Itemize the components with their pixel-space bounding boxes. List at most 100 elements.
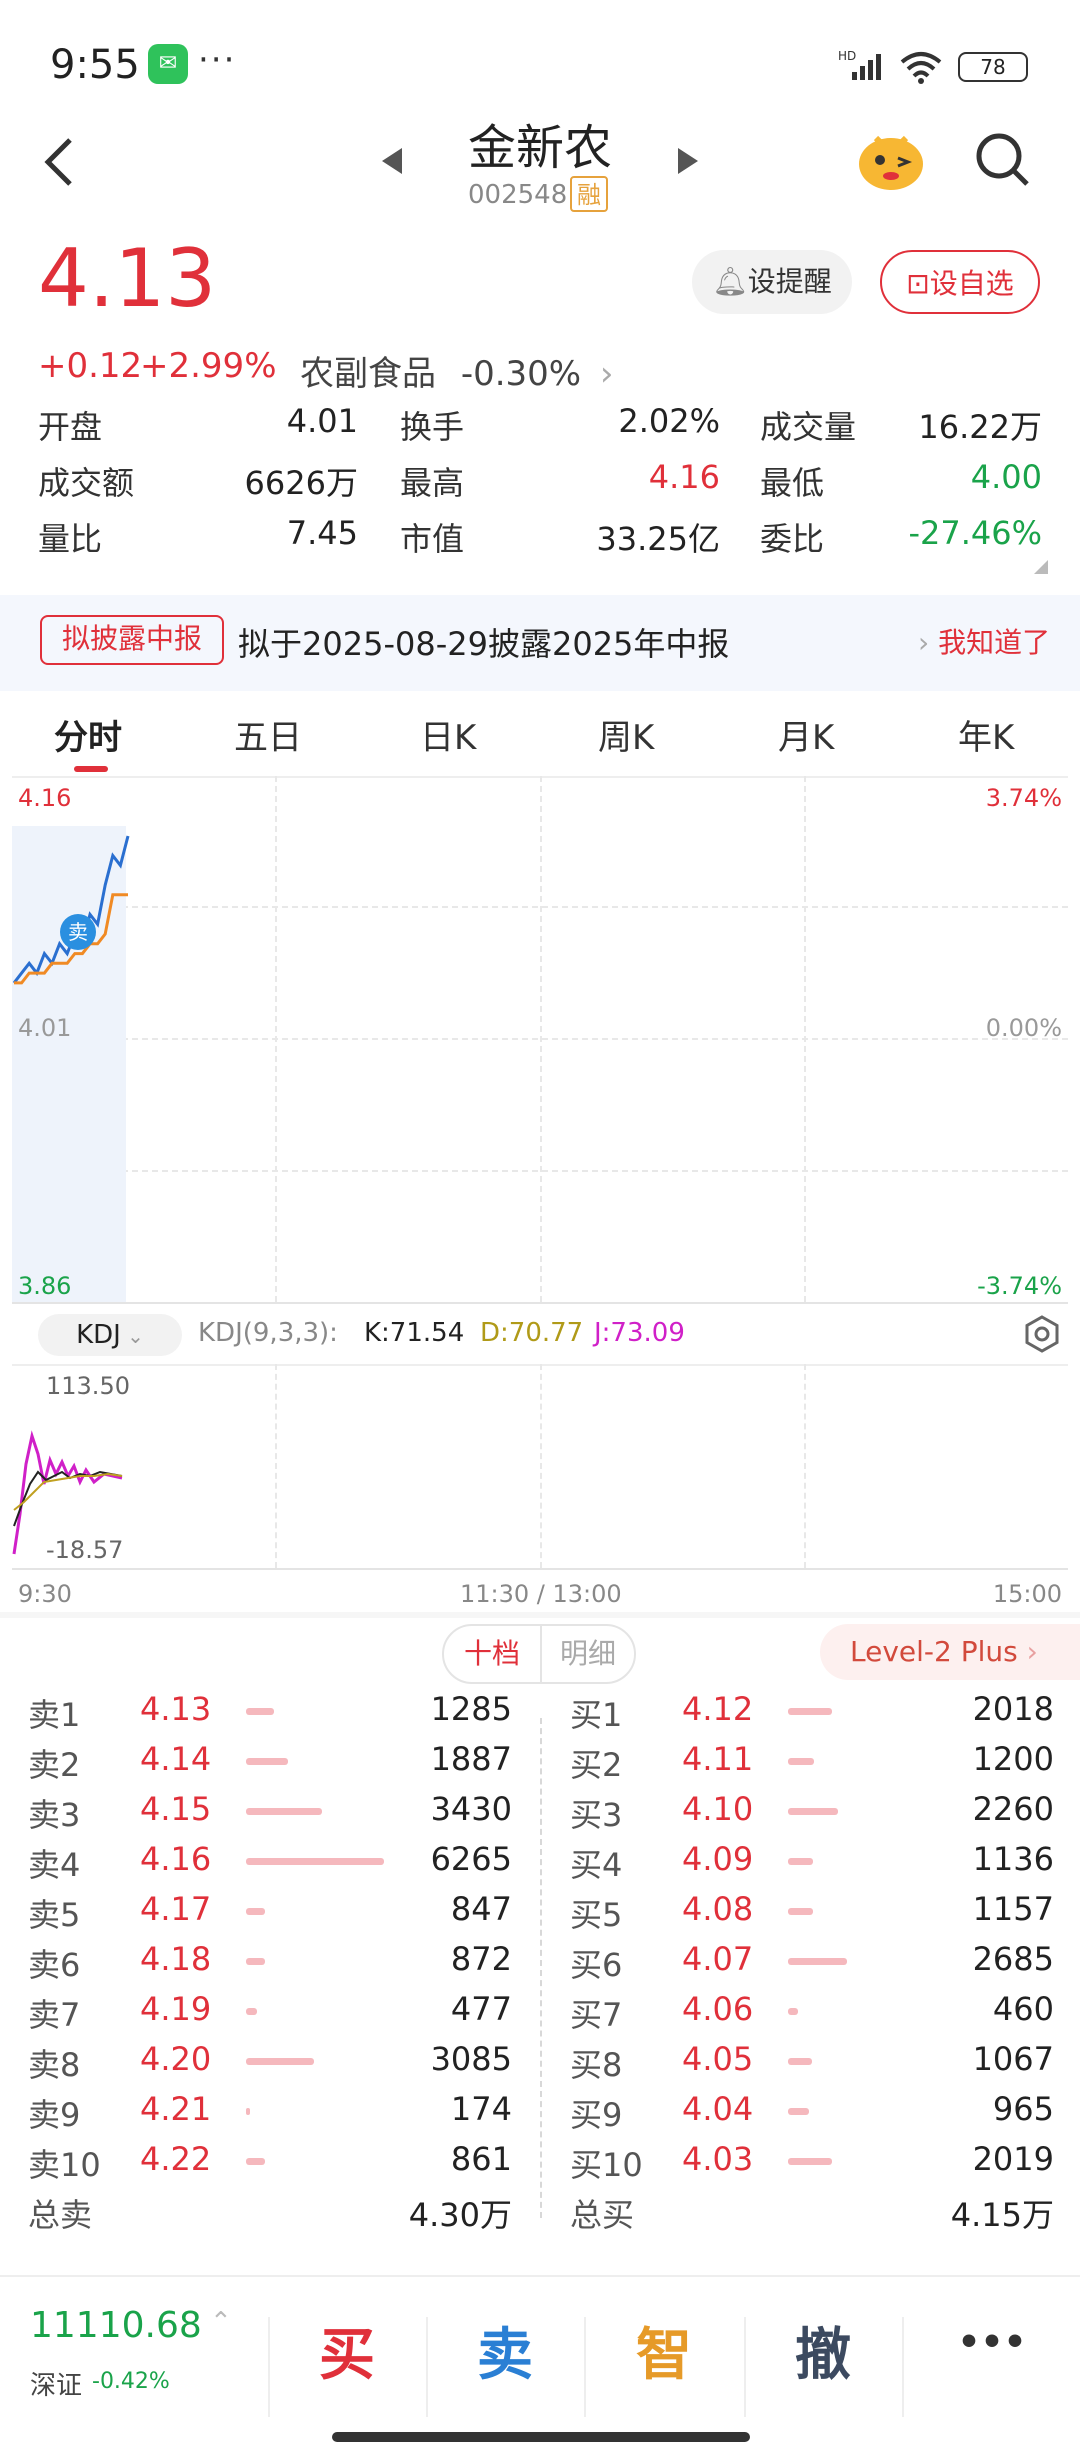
pct-low-label: -3.74% xyxy=(977,1272,1062,1300)
level2-plus-button[interactable]: Level-2 Plus › xyxy=(820,1624,1080,1680)
kdj-selector[interactable]: KDJ ⌄ xyxy=(38,1314,182,1356)
level-label: 卖4 xyxy=(28,1846,81,1884)
price-mid-label: 4.01 xyxy=(18,1014,72,1042)
level-price: 4.10 xyxy=(682,1790,754,1828)
orderbook-row[interactable]: 买8 4.05 1067 xyxy=(570,2040,1054,2090)
volume-bar xyxy=(246,2008,257,2015)
add-watchlist-button[interactable]: ⊡设自选 xyxy=(880,250,1040,314)
level-volume: 1067 xyxy=(972,2040,1054,2078)
stat-value: 4.00 xyxy=(970,458,1042,496)
settings-icon[interactable] xyxy=(1022,1314,1062,1354)
total-label: 总买 xyxy=(570,2196,635,2234)
mascot-icon[interactable] xyxy=(856,126,926,192)
orderbook-row[interactable]: 卖2 4.14 1887 xyxy=(28,1740,512,1790)
stat-value: -27.46% xyxy=(908,514,1042,552)
index-name: 深证 xyxy=(30,2371,83,2401)
margin-badge: 融 xyxy=(570,176,608,212)
level-volume: 174 xyxy=(450,2090,512,2128)
level-price: 4.19 xyxy=(140,1990,212,2028)
level-volume: 1157 xyxy=(972,1890,1054,1928)
time-start: 9:30 xyxy=(18,1580,72,1608)
level-label: 买3 xyxy=(570,1796,623,1834)
volume-bar xyxy=(246,1908,265,1915)
index-widget[interactable]: 11110.68 ⌃ 深证 -0.42% xyxy=(30,2305,250,2425)
tab-5day[interactable]: 五日 xyxy=(234,710,302,759)
next-stock-icon[interactable] xyxy=(674,146,700,176)
level-label: 买10 xyxy=(570,2146,643,2184)
orderbook-row[interactable]: 买3 4.10 2260 xyxy=(570,1790,1054,1840)
stat-label: 最低 xyxy=(760,464,825,502)
orderbook-row[interactable]: 买4 4.09 1136 xyxy=(570,1840,1054,1890)
tab-week-k[interactable]: 周K xyxy=(598,710,654,759)
tab-day-k[interactable]: 日K xyxy=(420,710,476,759)
sell-button[interactable]: 卖 xyxy=(455,2310,555,2391)
level-price: 4.06 xyxy=(682,1990,754,2028)
orderbook-row[interactable]: 买6 4.07 2685 xyxy=(570,1940,1054,1990)
level-price: 4.03 xyxy=(682,2140,754,2178)
volume-bar xyxy=(788,1908,813,1915)
orderbook-row[interactable]: 买2 4.11 1200 xyxy=(570,1740,1054,1790)
orderbook-row[interactable]: 卖8 4.20 3085 xyxy=(28,2040,512,2090)
search-icon[interactable] xyxy=(975,132,1031,188)
level-price: 4.16 xyxy=(140,1840,212,1878)
stat-label: 成交量 xyxy=(760,408,857,446)
volume-bar xyxy=(246,1708,274,1715)
price-chart[interactable]: 4.16 4.01 3.86 3.74% 0.00% -3.74% 卖 xyxy=(0,776,1080,1304)
orderbook-row[interactable]: 买5 4.08 1157 xyxy=(570,1890,1054,1940)
buy-button[interactable]: 买 xyxy=(297,2310,397,2391)
volume-bar xyxy=(788,2158,832,2165)
stat-value: 33.25亿 xyxy=(596,520,720,558)
grid-line xyxy=(540,1364,542,1568)
smart-order-button[interactable]: 智 xyxy=(614,2310,714,2391)
orderbook-row[interactable]: 卖10 4.22 861 xyxy=(28,2140,512,2190)
dismiss-banner-link[interactable]: › 我知道了 xyxy=(918,621,1050,661)
tab-intraday[interactable]: 分时 xyxy=(54,710,122,759)
volume-bar xyxy=(788,1708,832,1715)
bottom-divider xyxy=(744,2317,746,2417)
kdj-chart[interactable]: 113.50 -18.57 xyxy=(0,1364,1080,1570)
orderbook-row[interactable]: 卖4 4.16 6265 xyxy=(28,1840,512,1890)
expand-corner-icon[interactable] xyxy=(1034,560,1048,574)
kdj-max-label: 113.50 xyxy=(46,1372,130,1400)
tab-detail[interactable]: 明细 xyxy=(542,1626,634,1682)
orderbook-row[interactable]: 买10 4.03 2019 xyxy=(570,2140,1054,2190)
dismiss-label: 我知道了 xyxy=(938,626,1051,659)
orderbook-row[interactable]: 卖5 4.17 847 xyxy=(28,1890,512,1940)
index-value: 11110.68 xyxy=(30,2305,202,2346)
home-indicator xyxy=(332,2432,750,2442)
level-price: 4.20 xyxy=(140,2040,212,2078)
orderbook-row[interactable]: 卖1 4.13 1285 xyxy=(28,1690,512,1740)
sector-name: 农副食品 xyxy=(300,354,436,394)
signal-icon: HD xyxy=(838,48,888,82)
volume-bar xyxy=(246,1808,322,1815)
tab-year-k[interactable]: 年K xyxy=(958,710,1014,759)
sell-marker[interactable]: 卖 xyxy=(60,914,96,950)
stat-label: 委比 xyxy=(760,520,825,558)
price-line-chart xyxy=(12,835,130,985)
orderbook-row[interactable]: 买1 4.12 2018 xyxy=(570,1690,1054,1740)
level-volume: 2019 xyxy=(972,2140,1054,2178)
tab-month-k[interactable]: 月K xyxy=(778,710,834,759)
orderbook-row[interactable]: 卖3 4.15 3430 xyxy=(28,1790,512,1840)
level-price: 4.15 xyxy=(140,1790,212,1828)
level-label: 卖9 xyxy=(28,2096,81,2134)
cancel-order-button[interactable]: 撤 xyxy=(773,2310,873,2391)
tab-ten-levels[interactable]: 十档 xyxy=(444,1626,542,1682)
kdj-j-value: J:73.09 xyxy=(594,1318,685,1348)
orderbook-row[interactable]: 卖9 4.21 174 xyxy=(28,2090,512,2140)
index-pct: -0.42% xyxy=(92,2369,170,2394)
orderbook-row[interactable]: 买7 4.06 460 xyxy=(570,1990,1054,2040)
buy-orders: 买1 4.12 2018 买2 4.11 1200 买3 4.10 2260 买4 4.09 1136… xyxy=(570,1690,1054,2250)
level-price: 4.17 xyxy=(140,1890,212,1928)
orderbook-row[interactable]: 卖6 4.18 872 xyxy=(28,1940,512,1990)
level-label: 卖8 xyxy=(28,2046,81,2084)
orderbook-row[interactable]: 买9 4.04 965 xyxy=(570,2090,1054,2140)
set-alert-button[interactable]: 🔔︎设提醒 xyxy=(692,250,852,314)
orderbook-row[interactable]: 卖7 4.19 477 xyxy=(28,1990,512,2040)
disclosure-tag: 拟披露中报 xyxy=(40,615,225,665)
add-watchlist-label: 设自选 xyxy=(929,267,1014,300)
stat-label: 市值 xyxy=(400,520,465,558)
sector-link[interactable]: 农副食品 -0.30% › xyxy=(300,346,614,395)
more-button[interactable]: ••• xyxy=(942,2322,1042,2363)
sector-pct: -0.30% xyxy=(460,354,582,394)
